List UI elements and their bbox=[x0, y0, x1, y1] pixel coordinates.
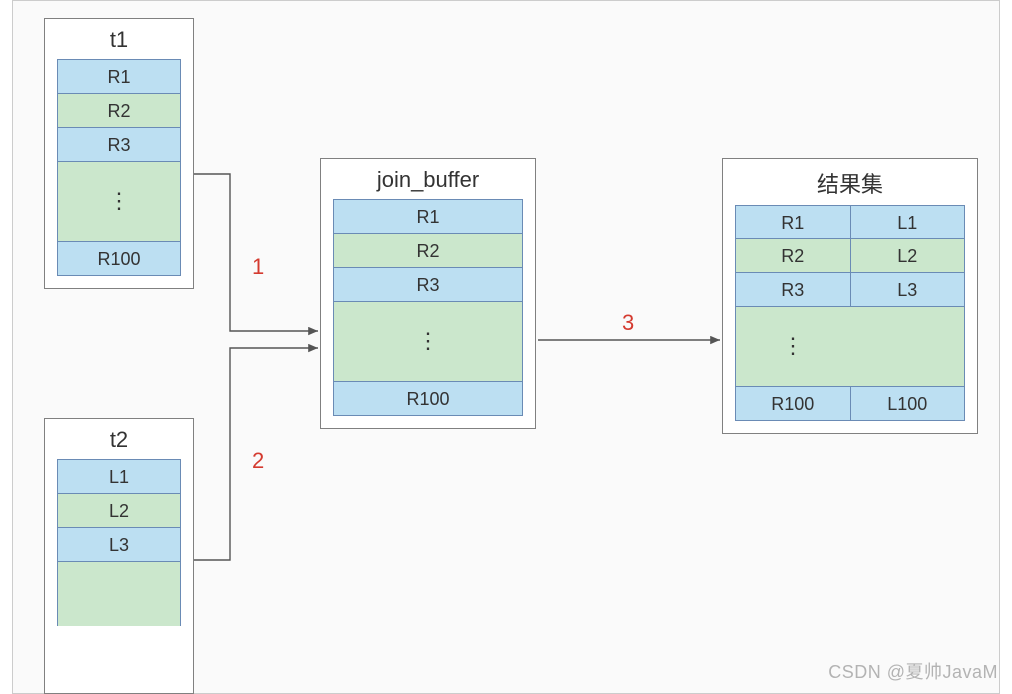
t1-row: R1 bbox=[57, 60, 181, 94]
join-buffer: join_buffer R1 R2 R3 R100 bbox=[320, 158, 536, 429]
t2-row: L2 bbox=[57, 494, 181, 528]
edge-label-1: 1 bbox=[252, 254, 264, 280]
t2-title: t2 bbox=[45, 419, 193, 459]
jb-row: R1 bbox=[333, 200, 523, 234]
jb-row: R100 bbox=[333, 382, 523, 416]
jb-row: R3 bbox=[333, 268, 523, 302]
t2-row: L3 bbox=[57, 528, 181, 562]
result-cell: L1 bbox=[850, 205, 966, 239]
result-cell: R1 bbox=[735, 205, 850, 239]
t2-row: L1 bbox=[57, 460, 181, 494]
t1-title: t1 bbox=[45, 19, 193, 59]
t1-ellipsis bbox=[57, 162, 181, 242]
table-t1: t1 R1 R2 R3 R100 bbox=[44, 18, 194, 289]
jb-row: R2 bbox=[333, 234, 523, 268]
table-t2: t2 L1 L2 L3 bbox=[44, 418, 194, 694]
result-row: R100 L100 bbox=[735, 387, 965, 421]
result-title: 结果集 bbox=[723, 159, 977, 205]
edge-label-3: 3 bbox=[622, 310, 634, 336]
jb-title: join_buffer bbox=[321, 159, 535, 199]
result-row: R2 L2 bbox=[735, 239, 965, 273]
result-cell: R100 bbox=[735, 387, 850, 421]
edge-label-2: 2 bbox=[252, 448, 264, 474]
t2-ellipsis bbox=[57, 562, 181, 626]
result-cell: R2 bbox=[735, 239, 850, 273]
result-ellipsis-cell bbox=[850, 307, 965, 387]
t1-row: R100 bbox=[57, 242, 181, 276]
result-cell: L3 bbox=[850, 273, 966, 307]
result-cell: L100 bbox=[850, 387, 966, 421]
result-set: 结果集 R1 L1 R2 L2 R3 L3 R100 L100 bbox=[722, 158, 978, 434]
result-ellipsis-cell bbox=[735, 307, 850, 387]
result-cell: R3 bbox=[735, 273, 850, 307]
t1-row: R2 bbox=[57, 94, 181, 128]
result-row: R3 L3 bbox=[735, 273, 965, 307]
result-ellipsis bbox=[735, 307, 965, 387]
jb-ellipsis bbox=[333, 302, 523, 382]
t1-row: R3 bbox=[57, 128, 181, 162]
watermark: CSDN @夏帅JavaM bbox=[828, 658, 998, 684]
result-cell: L2 bbox=[850, 239, 966, 273]
result-row: R1 L1 bbox=[735, 205, 965, 239]
